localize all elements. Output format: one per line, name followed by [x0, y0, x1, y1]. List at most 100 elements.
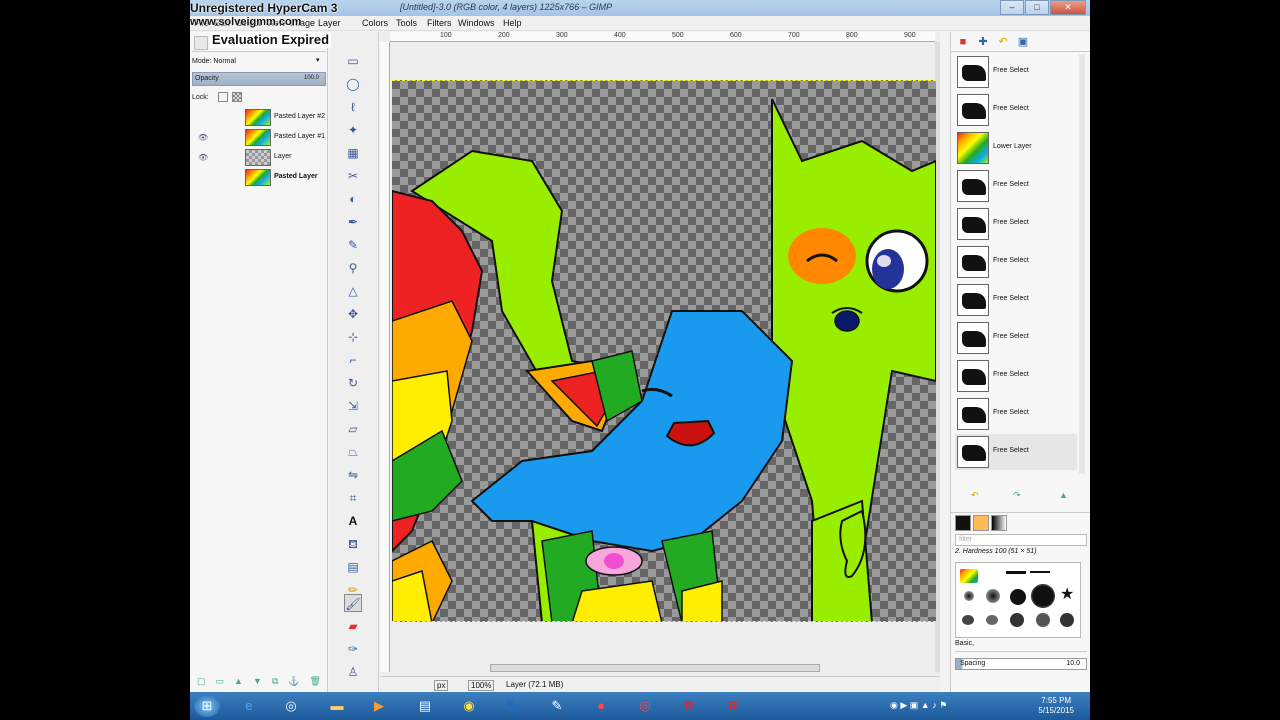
shear-icon[interactable]: ▱ — [344, 420, 362, 438]
current-brush-label: 2. Hardness 100 (51 × 51) — [955, 548, 1037, 555]
menu-colors[interactable]: Colors — [362, 18, 388, 28]
bucket-fill-icon[interactable]: ⛾ — [344, 535, 362, 553]
lock-pixels-icon[interactable] — [218, 92, 228, 102]
menu-filters[interactable]: Filters — [427, 18, 452, 28]
scale-icon[interactable]: ⇲ — [344, 397, 362, 415]
undo-item[interactable]: Free Select — [955, 92, 1077, 128]
brush-grid[interactable]: ★ — [955, 562, 1081, 638]
anchor-layer-icon[interactable]: ⚓ — [288, 676, 299, 690]
undo-scrollbar[interactable] — [1079, 54, 1085, 474]
app-icon[interactable]: ◎ — [632, 695, 658, 717]
clear-history-icon[interactable]: ▲ — [1059, 490, 1068, 500]
airbrush-icon[interactable]: ✑ — [344, 640, 362, 658]
fuzzy-select-icon[interactable]: ✦ — [344, 121, 362, 139]
layer-row[interactable]: Pasted Layer #2 — [194, 108, 326, 127]
app-icon[interactable]: ▤ — [412, 695, 438, 717]
layers-tab-icon[interactable] — [194, 36, 208, 50]
menu-windows[interactable]: Windows — [458, 18, 495, 28]
cage-icon[interactable]: ⌗ — [344, 489, 362, 507]
color-select-icon[interactable]: ▦ — [344, 144, 362, 162]
start-button[interactable]: ⊞ — [194, 695, 220, 717]
zoom-icon[interactable]: ⚲ — [344, 259, 362, 277]
undo-item[interactable]: Free Select — [955, 244, 1077, 280]
media-player-icon[interactable]: ▶ — [366, 695, 392, 717]
device-status-tab-icon[interactable]: ✚ — [975, 34, 991, 50]
roblox-studio-icon[interactable]: R — [720, 695, 746, 717]
ellipse-select-icon[interactable]: ◯ — [344, 75, 362, 93]
undo-item[interactable]: Free Select — [955, 434, 1077, 470]
chevron-down-icon[interactable]: ▾ — [316, 56, 326, 68]
rotate-icon[interactable]: ↻ — [344, 374, 362, 392]
menu-tools[interactable]: Tools — [396, 18, 417, 28]
eraser-icon[interactable]: ▰ — [344, 617, 362, 635]
brushes-tab-icon[interactable] — [955, 515, 971, 531]
lower-layer-icon[interactable]: ▼ — [253, 676, 262, 690]
gradients-tab-icon[interactable] — [991, 515, 1007, 531]
duplicate-layer-icon[interactable]: ⧉ — [272, 676, 278, 690]
perspective-icon[interactable]: ⏢ — [344, 443, 362, 461]
layer-row[interactable]: 👁 Pasted Layer #1 — [194, 128, 326, 147]
menu-help[interactable]: Help — [503, 18, 522, 28]
patterns-tab-icon[interactable] — [973, 515, 989, 531]
scissors-icon[interactable]: ✂ — [344, 167, 362, 185]
eye-icon[interactable]: 👁 — [198, 133, 208, 142]
free-select-icon[interactable]: ℓ — [344, 98, 362, 116]
layer-row[interactable]: 👁 Layer — [194, 148, 326, 167]
text-tool-icon[interactable]: A — [344, 512, 362, 530]
internet-explorer-icon[interactable]: e — [236, 695, 262, 717]
undo-history-tab-icon[interactable]: ↶ — [995, 34, 1011, 50]
roblox-icon[interactable]: R — [676, 695, 702, 717]
raise-layer-icon[interactable]: ▲ — [234, 676, 243, 690]
brush-filter-input[interactable]: filter — [955, 534, 1087, 546]
app-icon[interactable]: ✎ — [544, 695, 570, 717]
images-tab-icon[interactable]: ▣ — [1015, 34, 1031, 50]
new-layer-icon[interactable]: ▢ — [197, 676, 206, 690]
align-icon[interactable]: ⊹ — [344, 328, 362, 346]
gimp-icon[interactable]: 🐾 — [500, 695, 526, 717]
spacing-slider[interactable]: Spacing 10.0 — [955, 658, 1087, 670]
undo-item[interactable]: Free Select — [955, 358, 1077, 394]
brush-tag-field[interactable]: Basic, — [955, 640, 1087, 652]
app-icon[interactable]: ● — [588, 695, 614, 717]
image-canvas[interactable] — [392, 80, 936, 622]
undo-icon[interactable]: ↶ — [971, 490, 979, 501]
file-explorer-icon[interactable]: ▬ — [324, 695, 350, 717]
close-button[interactable]: ✕ — [1050, 0, 1086, 15]
undo-item[interactable]: Free Select — [955, 54, 1077, 90]
chrome-icon[interactable]: ◉ — [456, 695, 482, 717]
horizontal-scrollbar[interactable] — [490, 664, 820, 672]
blend-icon[interactable]: ▤ — [344, 558, 362, 576]
maximize-button[interactable]: □ — [1025, 0, 1049, 15]
paths-icon[interactable]: ✒ — [344, 213, 362, 231]
undo-item[interactable]: Free Select — [955, 396, 1077, 432]
ink-icon[interactable]: ♙ — [344, 663, 362, 681]
measure-icon[interactable]: △ — [344, 282, 362, 300]
crop-icon[interactable]: ⌐ — [344, 351, 362, 369]
minimize-button[interactable]: – — [1000, 0, 1024, 15]
eye-icon[interactable]: 👁 — [198, 153, 208, 162]
paintbrush-icon[interactable]: 🖌 — [344, 594, 362, 612]
menu-layer[interactable]: Layer — [318, 18, 341, 28]
unit-selector[interactable]: px — [434, 680, 449, 691]
undo-item[interactable]: Lower Layer — [955, 130, 1077, 166]
undo-item[interactable]: Free Select — [955, 168, 1077, 204]
delete-layer-icon[interactable]: 🗑 — [310, 676, 321, 690]
rect-select-icon[interactable]: ▭ — [344, 52, 362, 70]
opacity-slider[interactable]: Opacity 100.0 — [192, 72, 326, 86]
new-group-icon[interactable]: ▭ — [216, 676, 225, 690]
color-picker-icon[interactable]: ✎ — [344, 236, 362, 254]
undo-item[interactable]: Free Select — [955, 206, 1077, 242]
app-icon[interactable]: ◎ — [278, 695, 304, 717]
tool-options-tab-icon[interactable]: ■ — [955, 34, 971, 50]
zoom-selector[interactable]: 100% — [468, 680, 495, 691]
undo-item[interactable]: Free Select — [955, 282, 1077, 318]
clock[interactable]: 7:55 PM 5/15/2015 — [1038, 696, 1074, 716]
layer-row[interactable]: Pasted Layer — [194, 168, 326, 187]
undo-item[interactable]: Free Select — [955, 320, 1077, 356]
layer-mode-row[interactable]: Mode: Normal ▾ — [192, 56, 326, 68]
lock-alpha-icon[interactable] — [232, 92, 242, 102]
foreground-select-icon[interactable]: ◐ — [344, 190, 362, 208]
redo-icon[interactable]: ↷ — [1013, 490, 1021, 501]
flip-icon[interactable]: ⇋ — [344, 466, 362, 484]
move-icon[interactable]: ✥ — [344, 305, 362, 323]
